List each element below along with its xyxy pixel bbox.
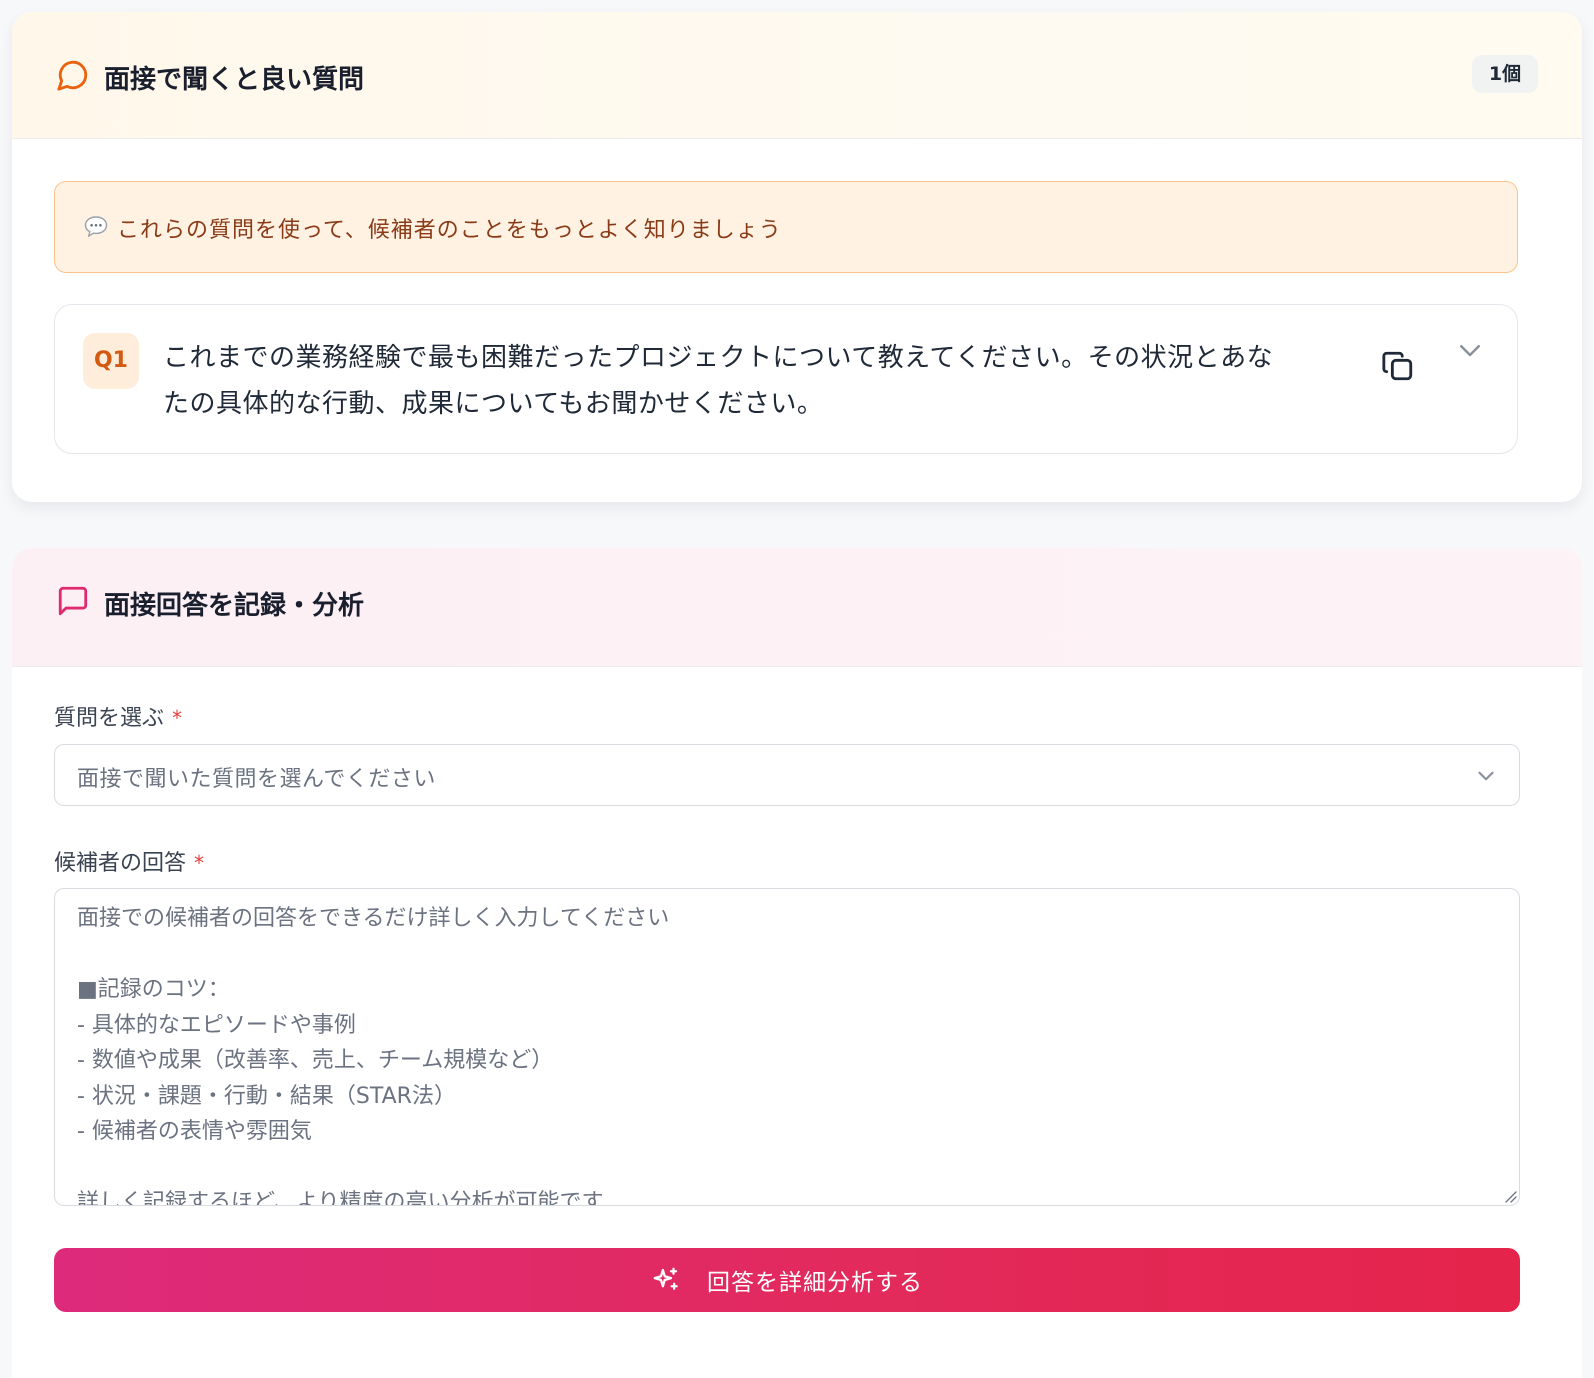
tip-banner: これらの質問を使って、候補者のことをもっとよく知りましょう bbox=[54, 181, 1518, 273]
analyze-answer-button[interactable]: 回答を詳細分析する bbox=[54, 1248, 1520, 1312]
question-select-label: 質問を選ぶ * bbox=[54, 700, 182, 732]
message-circle-icon bbox=[57, 60, 88, 91]
question-number-badge: Q1 bbox=[83, 333, 139, 389]
card-title: 面接で聞くと良い質問 bbox=[104, 65, 365, 95]
card-header: 面接回答を記録・分析 bbox=[12, 548, 1582, 667]
interview-questions-card: 面接で聞くと良い質問 1個 これらの質問を使って、候補者のことをもっとよく知りま… bbox=[12, 12, 1582, 502]
select-placeholder: 面接で聞いた質問を選んでください bbox=[77, 767, 436, 792]
message-square-icon bbox=[58, 586, 88, 616]
tip-text: これらの質問を使って、候補者のことをもっとよく知りましょう bbox=[117, 218, 782, 243]
answer-field-label: 候補者の回答 * bbox=[54, 845, 204, 877]
speech-bubble-icon bbox=[84, 216, 108, 238]
record-answer-card: 面接回答を記録・分析 質問を選ぶ * 面接で聞いた質問を選んでください 候補者の回… bbox=[12, 548, 1582, 1378]
chevron-down-icon bbox=[1478, 771, 1494, 781]
button-label: 回答を詳細分析する bbox=[707, 1270, 923, 1296]
label-text: 質問を選ぶ bbox=[54, 706, 165, 731]
count-badge: 1個 bbox=[1472, 55, 1538, 93]
resize-handle-icon[interactable] bbox=[1503, 1189, 1517, 1203]
label-text: 候補者の回答 bbox=[54, 851, 187, 876]
button-content: 回答を詳細分析する bbox=[54, 1248, 1520, 1312]
chevron-down-icon[interactable] bbox=[1455, 335, 1485, 365]
question-text-line: これまでの業務経験で最も困難だったプロジェクトについて教えてください。その状況と… bbox=[163, 343, 1274, 373]
required-mark: * bbox=[172, 706, 183, 730]
question-text: これまでの業務経験で最も困難だったプロジェクトについて教えてください。その状況と… bbox=[163, 335, 1353, 427]
sparkles-icon bbox=[653, 1267, 678, 1290]
card-header: 面接で聞くと良い質問 1個 bbox=[12, 12, 1582, 139]
answer-textarea-wrapper bbox=[54, 888, 1520, 1206]
answer-textarea[interactable] bbox=[55, 889, 1519, 1205]
required-mark: * bbox=[194, 851, 205, 875]
question-select[interactable]: 面接で聞いた質問を選んでください bbox=[54, 744, 1520, 806]
question-item[interactable]: Q1 これまでの業務経験で最も困難だったプロジェクトについて教えてください。その… bbox=[54, 304, 1518, 454]
question-text-line: たの具体的な行動、成果についてもお聞かせください。 bbox=[163, 389, 824, 419]
copy-icon[interactable] bbox=[1381, 349, 1415, 383]
card-title: 面接回答を記録・分析 bbox=[104, 591, 365, 621]
